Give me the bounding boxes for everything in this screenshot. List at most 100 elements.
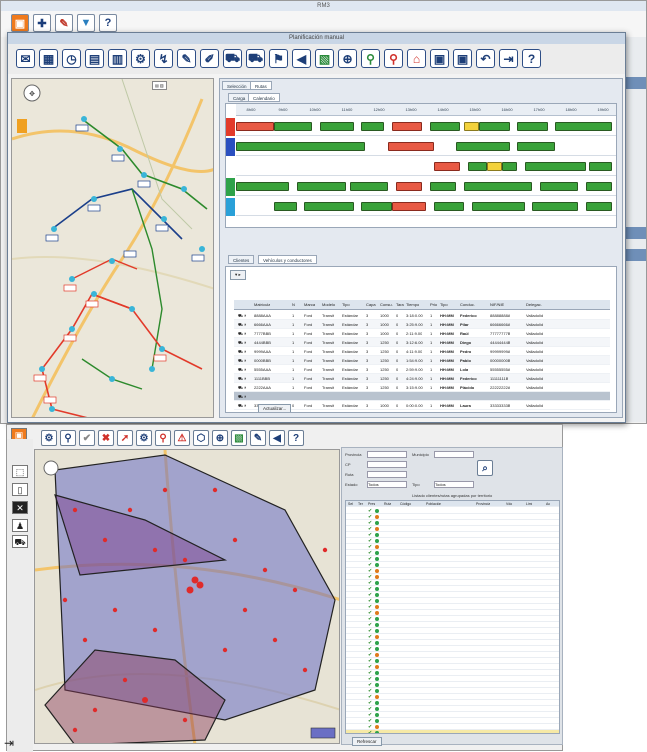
refresh-button[interactable]: Refrescar xyxy=(352,737,382,746)
undo-icon[interactable]: ↶ xyxy=(476,49,495,68)
gantt-task-bar[interactable] xyxy=(517,122,548,131)
warning-icon[interactable]: ⚠ xyxy=(174,430,190,446)
cursor-icon[interactable]: ➚ xyxy=(117,430,133,446)
gantt-task-bar[interactable] xyxy=(236,182,290,191)
help-icon[interactable]: ? xyxy=(522,49,541,68)
table-menu-button[interactable]: ▾ ▸ xyxy=(230,270,246,280)
gantt-task-bar[interactable] xyxy=(589,162,613,171)
truck-tool-icon[interactable]: ⛟ xyxy=(12,535,28,548)
gantt-task-bar[interactable] xyxy=(361,202,392,211)
column-header[interactable]: Delegac. xyxy=(526,300,542,309)
gantt-task-bar[interactable] xyxy=(555,122,613,131)
edit-icon[interactable]: ✎ xyxy=(55,14,73,32)
table-row[interactable]: ⛟ ♟ 0000BBB 1 Ford Transit Estándar 3 1250 0 1:54… xyxy=(234,356,610,365)
column-header[interactable]: Código xyxy=(400,501,411,507)
pin-red-icon[interactable]: ⚲ xyxy=(155,430,171,446)
column-header[interactable]: Prio xyxy=(430,300,437,309)
table-row[interactable]: ⛟ ♟ 4444BBB 1 Ford Transit Estándar 3 1250 0 3:12… xyxy=(234,338,610,347)
gantt-task-bar[interactable] xyxy=(464,122,480,131)
group-icon[interactable]: ⚙ xyxy=(136,430,152,446)
gantt-task-bar[interactable] xyxy=(486,162,502,171)
gantt-task-bar[interactable] xyxy=(391,202,426,211)
gantt-task-bar[interactable] xyxy=(464,182,533,191)
table-row[interactable]: ⛟ ♟ 8888AAA 1 Ford Transit Estándar 3 1000 0 3:18… xyxy=(234,311,610,320)
gantt-task-bar[interactable] xyxy=(517,142,556,151)
column-header[interactable]: Conduc. xyxy=(460,300,475,309)
gantt-task-bar[interactable] xyxy=(502,162,518,171)
target-icon[interactable]: ⊕ xyxy=(212,430,228,446)
column-header[interactable]: Ruta xyxy=(384,501,391,507)
gantt-task-bar[interactable] xyxy=(532,202,578,211)
table-row[interactable]: ⛟ ♟ 5555AAA 1 Ford Transit Estándar 3 1250 0 2:59… xyxy=(234,365,610,374)
clock-icon[interactable]: ◷ xyxy=(62,49,81,68)
province-input[interactable] xyxy=(367,451,407,458)
territory-map[interactable] xyxy=(34,449,340,744)
pin-red-icon[interactable]: ⚲ xyxy=(384,49,403,68)
check-icon[interactable]: ✔ xyxy=(79,430,95,446)
gantt-task-bar[interactable] xyxy=(433,202,464,211)
column-header[interactable]: Matrícula xyxy=(254,300,270,309)
delete-icon[interactable]: ✖ xyxy=(98,430,114,446)
gantt-task-bar[interactable] xyxy=(456,142,510,151)
map-icon[interactable]: ▧ xyxy=(315,49,334,68)
column-header[interactable]: Consu. xyxy=(380,300,393,309)
back-icon[interactable]: ◀ xyxy=(269,430,285,446)
edit-icon[interactable]: ✎ xyxy=(250,430,266,446)
table-row[interactable]: ⛟ ♟ 7777BBB 1 Ford Transit Estándar 3 1000 0 2:11… xyxy=(234,329,610,338)
column-header[interactable]: Población xyxy=(426,501,441,507)
gantt-task-bar[interactable] xyxy=(585,202,613,211)
edit-route-icon[interactable]: ✎ xyxy=(177,49,196,68)
column-header[interactable]: Modelo xyxy=(322,300,335,309)
gantt-task-bar[interactable] xyxy=(585,182,613,191)
status-select[interactable]: Todos xyxy=(367,481,407,488)
gantt-task-bar[interactable] xyxy=(391,122,423,131)
pin-icon[interactable]: ⚲ xyxy=(60,430,76,446)
gantt-task-bar[interactable] xyxy=(540,182,578,191)
check-icon[interactable]: ✔ xyxy=(368,730,372,733)
column-header[interactable]: Vdo xyxy=(506,501,512,507)
page-tool-icon[interactable]: ▯ xyxy=(12,483,28,496)
gantt-task-bar[interactable] xyxy=(524,162,586,171)
gantt-task-bar[interactable] xyxy=(471,202,525,211)
save-as-icon[interactable]: ▣ xyxy=(453,49,472,68)
table-row[interactable]: ⛟ ♟ 9999AAA 1 Ford Transit Estándar 3 1250 0 4:11… xyxy=(234,347,610,356)
refresh-button[interactable]: Actualizar... xyxy=(258,404,292,412)
logout-icon[interactable]: ⇥ xyxy=(4,736,14,750)
column-header[interactable]: Sel xyxy=(348,501,353,507)
table-row[interactable]: ⛟ ♟ 6666AAA 1 Ford Transit Estándar 3 1000 0 3:25… xyxy=(234,320,610,329)
target-icon[interactable]: ⊕ xyxy=(338,49,357,68)
save-icon[interactable]: ▣ xyxy=(430,49,449,68)
polygon-icon[interactable]: ⬡ xyxy=(193,430,209,446)
filter-icon[interactable]: ▼ xyxy=(77,14,95,32)
home-icon[interactable]: ⌂ xyxy=(407,49,426,68)
column-header[interactable]: N xyxy=(292,300,295,309)
column-header[interactable]: Marca xyxy=(304,300,315,309)
municipality-input[interactable] xyxy=(434,451,474,458)
exit-icon[interactable]: ⇥ xyxy=(499,49,518,68)
gantt-task-bar[interactable] xyxy=(395,182,423,191)
route-input[interactable] xyxy=(367,471,407,478)
subtab-calendar[interactable]: Calendario xyxy=(248,93,280,102)
gantt-task-bar[interactable] xyxy=(433,162,461,171)
brush-icon[interactable]: ✐ xyxy=(200,49,219,68)
table-row[interactable]: ✔ xyxy=(346,730,559,733)
tab-routes[interactable]: Rutas xyxy=(250,81,272,90)
help-icon[interactable]: ? xyxy=(288,430,304,446)
column-header[interactable]: Capa xyxy=(366,300,376,309)
gantt-task-bar[interactable] xyxy=(296,182,347,191)
pin-green-icon[interactable]: ⚲ xyxy=(361,49,380,68)
gantt-task-bar[interactable] xyxy=(429,122,461,131)
subtab-load[interactable]: Carga xyxy=(228,93,251,102)
move-tool-icon[interactable]: ✕ xyxy=(12,501,28,514)
back-icon[interactable]: ◀ xyxy=(292,49,311,68)
tab-selection[interactable]: Selección xyxy=(222,81,252,90)
gantt-task-bar[interactable] xyxy=(467,162,487,171)
gantt-task-bar[interactable] xyxy=(274,122,312,131)
gantt-task-bar[interactable] xyxy=(304,202,354,211)
app-logo-icon[interactable]: ▣ xyxy=(11,14,29,32)
column-header[interactable]: Tipo xyxy=(440,300,448,309)
new-icon[interactable]: ✚ xyxy=(33,14,51,32)
truck-edit-icon[interactable]: ⛟ xyxy=(246,49,265,68)
route-icon[interactable]: ↯ xyxy=(154,49,173,68)
territory-map-canvas[interactable] xyxy=(35,450,340,744)
